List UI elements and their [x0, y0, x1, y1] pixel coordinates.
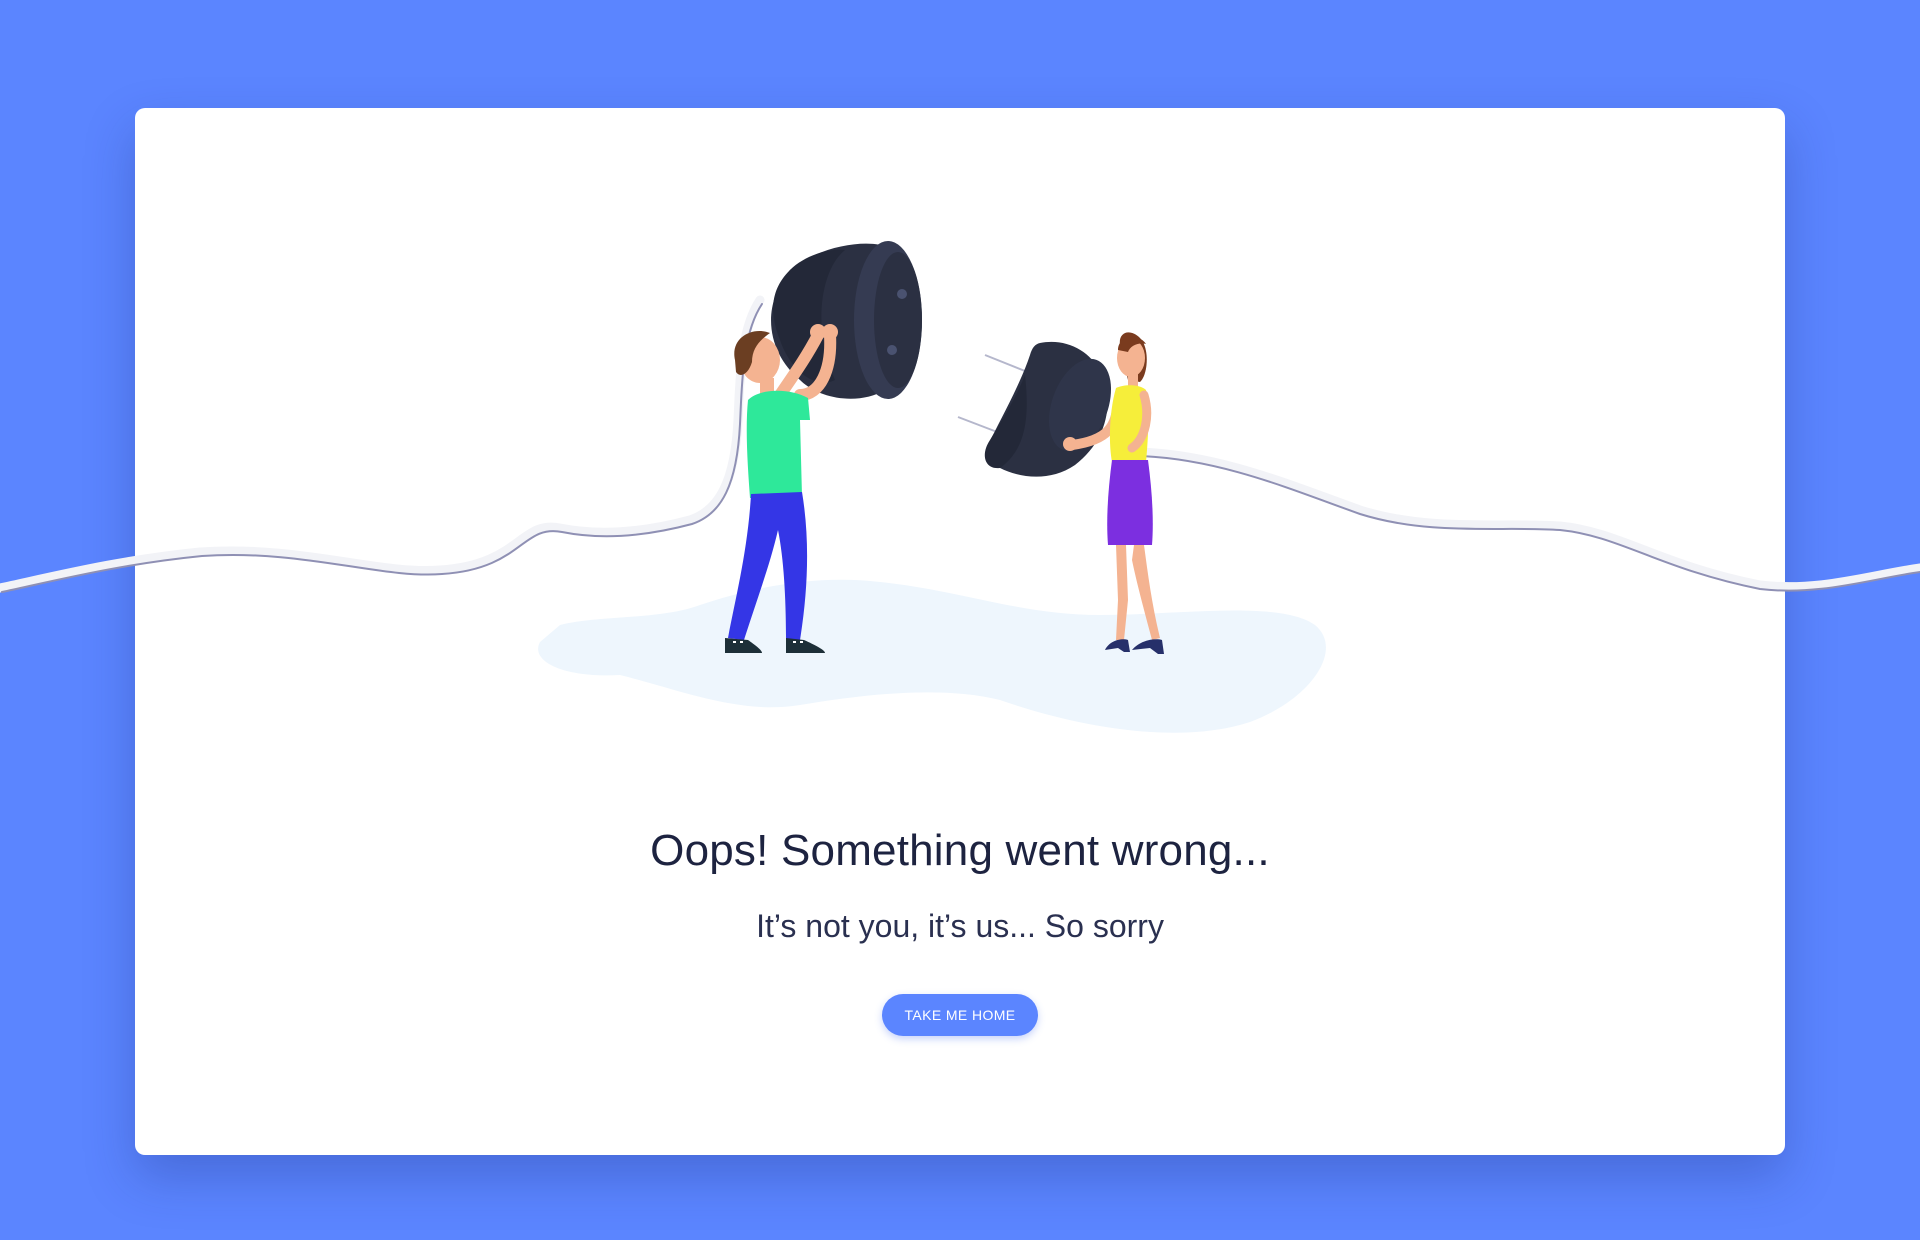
error-subline: It’s not you, it’s us... So sorry [756, 908, 1164, 944]
error-headline: Oops! Something went wrong... [650, 826, 1270, 875]
take-me-home-button[interactable]: TAKE ME HOME [882, 994, 1038, 1036]
